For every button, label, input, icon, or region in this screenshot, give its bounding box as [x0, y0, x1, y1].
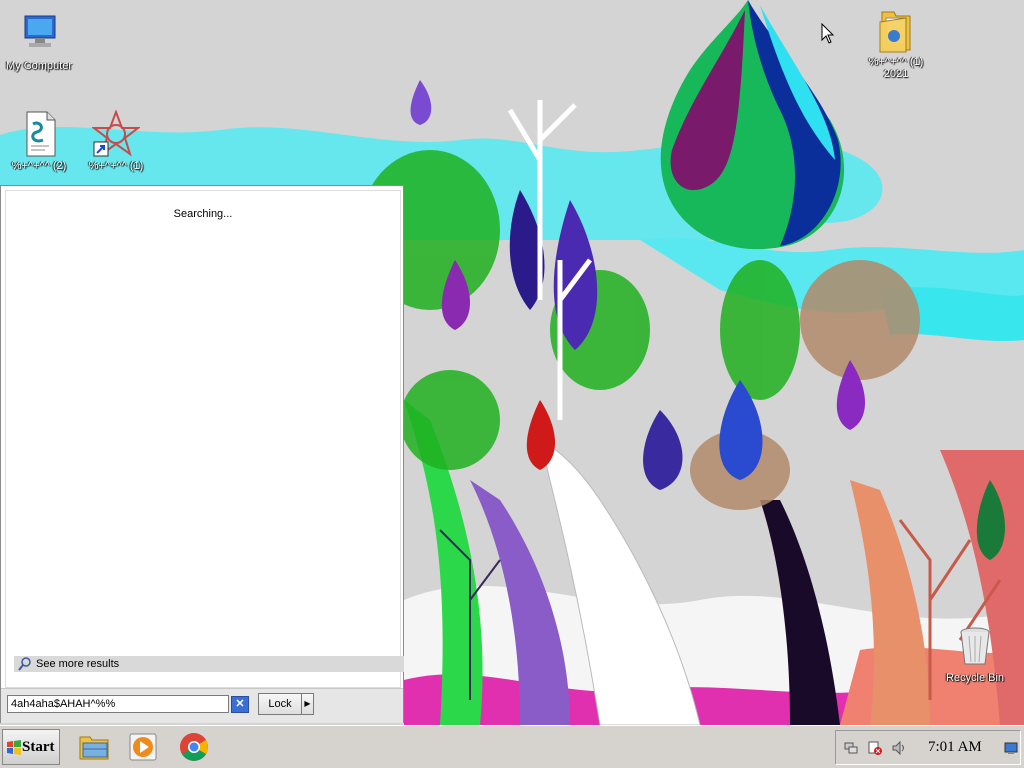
lock-options-button[interactable]: ▶	[301, 693, 314, 715]
desktop-icon-label: %+^+^^ (1)	[88, 160, 144, 172]
app-shortcut-icon	[91, 109, 141, 158]
script-file-icon	[15, 110, 63, 158]
magnifier-icon	[18, 657, 31, 671]
clock[interactable]: 7:01 AM	[928, 739, 982, 756]
volume-icon[interactable]	[892, 741, 906, 755]
taskbar-chrome[interactable]	[177, 731, 211, 763]
clear-search-button[interactable]: ✕	[231, 696, 249, 713]
media-player-icon	[129, 733, 157, 761]
desktop-icon-label: %+^+^^ (2)	[11, 160, 67, 172]
file-explorer-icon	[79, 736, 109, 760]
desktop-icon-label: Recycle Bin	[945, 672, 1005, 684]
start-menu-panel: Searching... See more results ✕ Lock ▶	[0, 185, 404, 723]
see-more-label: See more results	[36, 658, 120, 670]
chevron-right-icon: ▶	[304, 699, 311, 708]
folder-icon	[872, 6, 920, 54]
search-results-area: Searching... See more results	[5, 190, 404, 688]
show-desktop-icon[interactable]	[1004, 741, 1018, 755]
desktop-icon-folder[interactable]: %+^+^^ (1) 2021	[858, 6, 934, 80]
see-more-results-link[interactable]: See more results	[14, 656, 404, 672]
taskbar: Start 7:01 AM	[0, 725, 1024, 768]
search-status-text: Searching...	[173, 208, 233, 220]
lock-button[interactable]: Lock	[258, 693, 302, 715]
chrome-icon	[180, 733, 208, 761]
desktop-icon-text-file[interactable]: %+^+^^ (2)	[1, 110, 77, 172]
recycle-bin-icon	[951, 622, 999, 670]
close-icon: ✕	[235, 698, 245, 710]
taskbar-file-explorer[interactable]	[78, 731, 112, 763]
desktop-icon-label: My Computer	[5, 60, 73, 72]
mouse-cursor-icon	[821, 23, 835, 44]
desktop-icon-app-shortcut[interactable]: %+^+^^ (1)	[78, 109, 154, 172]
computer-icon	[15, 10, 63, 58]
taskbar-media-player[interactable]	[127, 731, 161, 763]
windows-logo-icon	[7, 740, 21, 755]
system-tray: 7:01 AM	[835, 730, 1021, 765]
search-bar: ✕ Lock ▶	[1, 688, 403, 723]
desktop-icon-label: %+^+^^ (1) 2021	[868, 56, 924, 80]
desktop-icon-recycle-bin[interactable]: Recycle Bin	[937, 622, 1013, 684]
start-label: Start	[22, 739, 55, 755]
start-button[interactable]: Start	[2, 729, 60, 765]
desktop-icon-my-computer[interactable]: My Computer	[1, 10, 77, 72]
network-icon[interactable]	[844, 741, 858, 755]
security-alert-icon[interactable]	[868, 741, 882, 755]
search-input[interactable]	[7, 695, 229, 713]
